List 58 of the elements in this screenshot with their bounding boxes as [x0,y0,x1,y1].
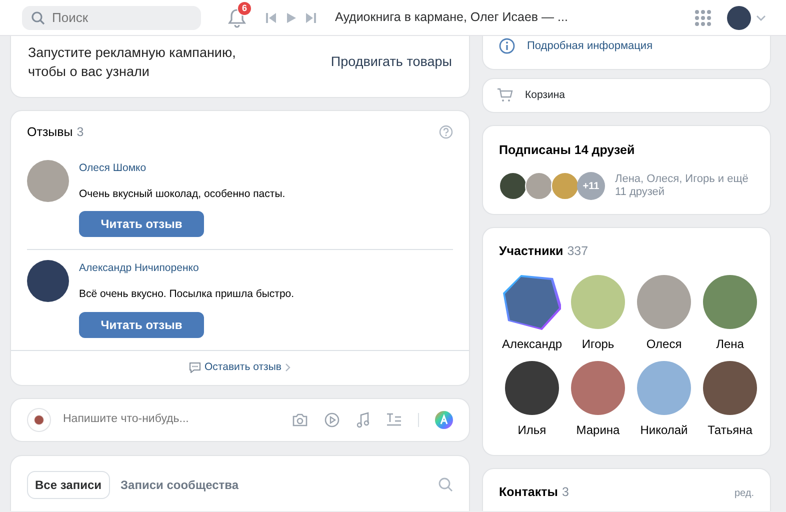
leave-review-link[interactable]: Оставить отзыв [188,360,292,376]
read-review-button[interactable]: Читать отзыв [79,312,204,338]
member-name[interactable]: Игорь [582,334,614,353]
color-wheel-icon[interactable] [435,410,453,429]
info-icon [499,38,515,54]
review-author[interactable]: Олеся Шомко [79,160,286,176]
contact-count: 3 [562,484,569,501]
member-name[interactable]: Олеся [646,334,682,353]
apps-grid-icon[interactable] [695,10,711,26]
wall-tab[interactable]: Все записи [27,470,110,499]
member-name[interactable]: Марина [576,420,620,439]
member-name[interactable]: Александр [502,334,562,353]
promote-link[interactable]: Продвигать товары [330,52,452,72]
promo-text: Запустите рекламную кампанию, чтобы о вас узнали [28,44,237,81]
review-author[interactable]: Александр Ничипоренко [79,261,294,277]
friend-avatar [499,172,527,200]
wall-tab[interactable]: Записи сообщества [114,472,246,498]
avatar [27,160,69,202]
previous-icon[interactable] [265,12,277,24]
story-avatar[interactable] [503,272,561,331]
member-name[interactable]: Лена [716,334,744,353]
community-logo [27,408,51,432]
member-count: 337 [567,243,588,260]
section-title: Отзывы [27,124,73,141]
play-icon[interactable] [285,12,297,24]
cart-link[interactable]: Корзина [525,88,565,104]
caret-icon[interactable] [756,14,766,20]
member-name[interactable]: Николай [640,420,688,439]
next-icon[interactable] [305,12,317,24]
details-link[interactable]: Подробная информация [527,38,653,54]
friends-text: Лена, Олеся, Игорь и ещё 11 друзей [615,173,750,199]
comment-icon [188,362,201,374]
member-name[interactable]: Татьяна [708,420,752,439]
search-field[interactable]: Поиск [22,6,201,30]
play-circle-icon[interactable] [324,412,340,428]
search-icon[interactable] [438,477,453,492]
chevron-right-icon [285,363,292,372]
friend-avatar [551,172,579,200]
user-avatar[interactable] [727,6,751,30]
section-title: Подписаны 14 друзей [499,142,636,160]
bell-icon[interactable] [227,6,247,28]
search-icon [31,10,45,24]
help-icon[interactable] [439,125,453,140]
text-format-icon[interactable] [386,412,402,427]
section-title: Контакты [499,484,558,501]
track-title[interactable]: Аудиокнига в кармане, Олег Исаев — ... [335,8,568,27]
friend-avatar [525,172,553,200]
review-text: Всё очень вкусно. Посылка пришла быстро. [79,287,294,302]
avatar [27,260,69,302]
member-name[interactable]: Илья [518,420,546,439]
music-note-icon[interactable] [356,412,370,428]
section-title: Участники [499,243,564,260]
camera-icon[interactable] [292,412,308,427]
cart-icon[interactable] [497,88,513,102]
read-review-button[interactable]: Читать отзыв [79,211,204,238]
review-text: Очень вкусный шоколад, особенно пасты. [79,186,286,202]
review-count: 3 [76,124,84,141]
notification-count: 6 [237,0,252,16]
